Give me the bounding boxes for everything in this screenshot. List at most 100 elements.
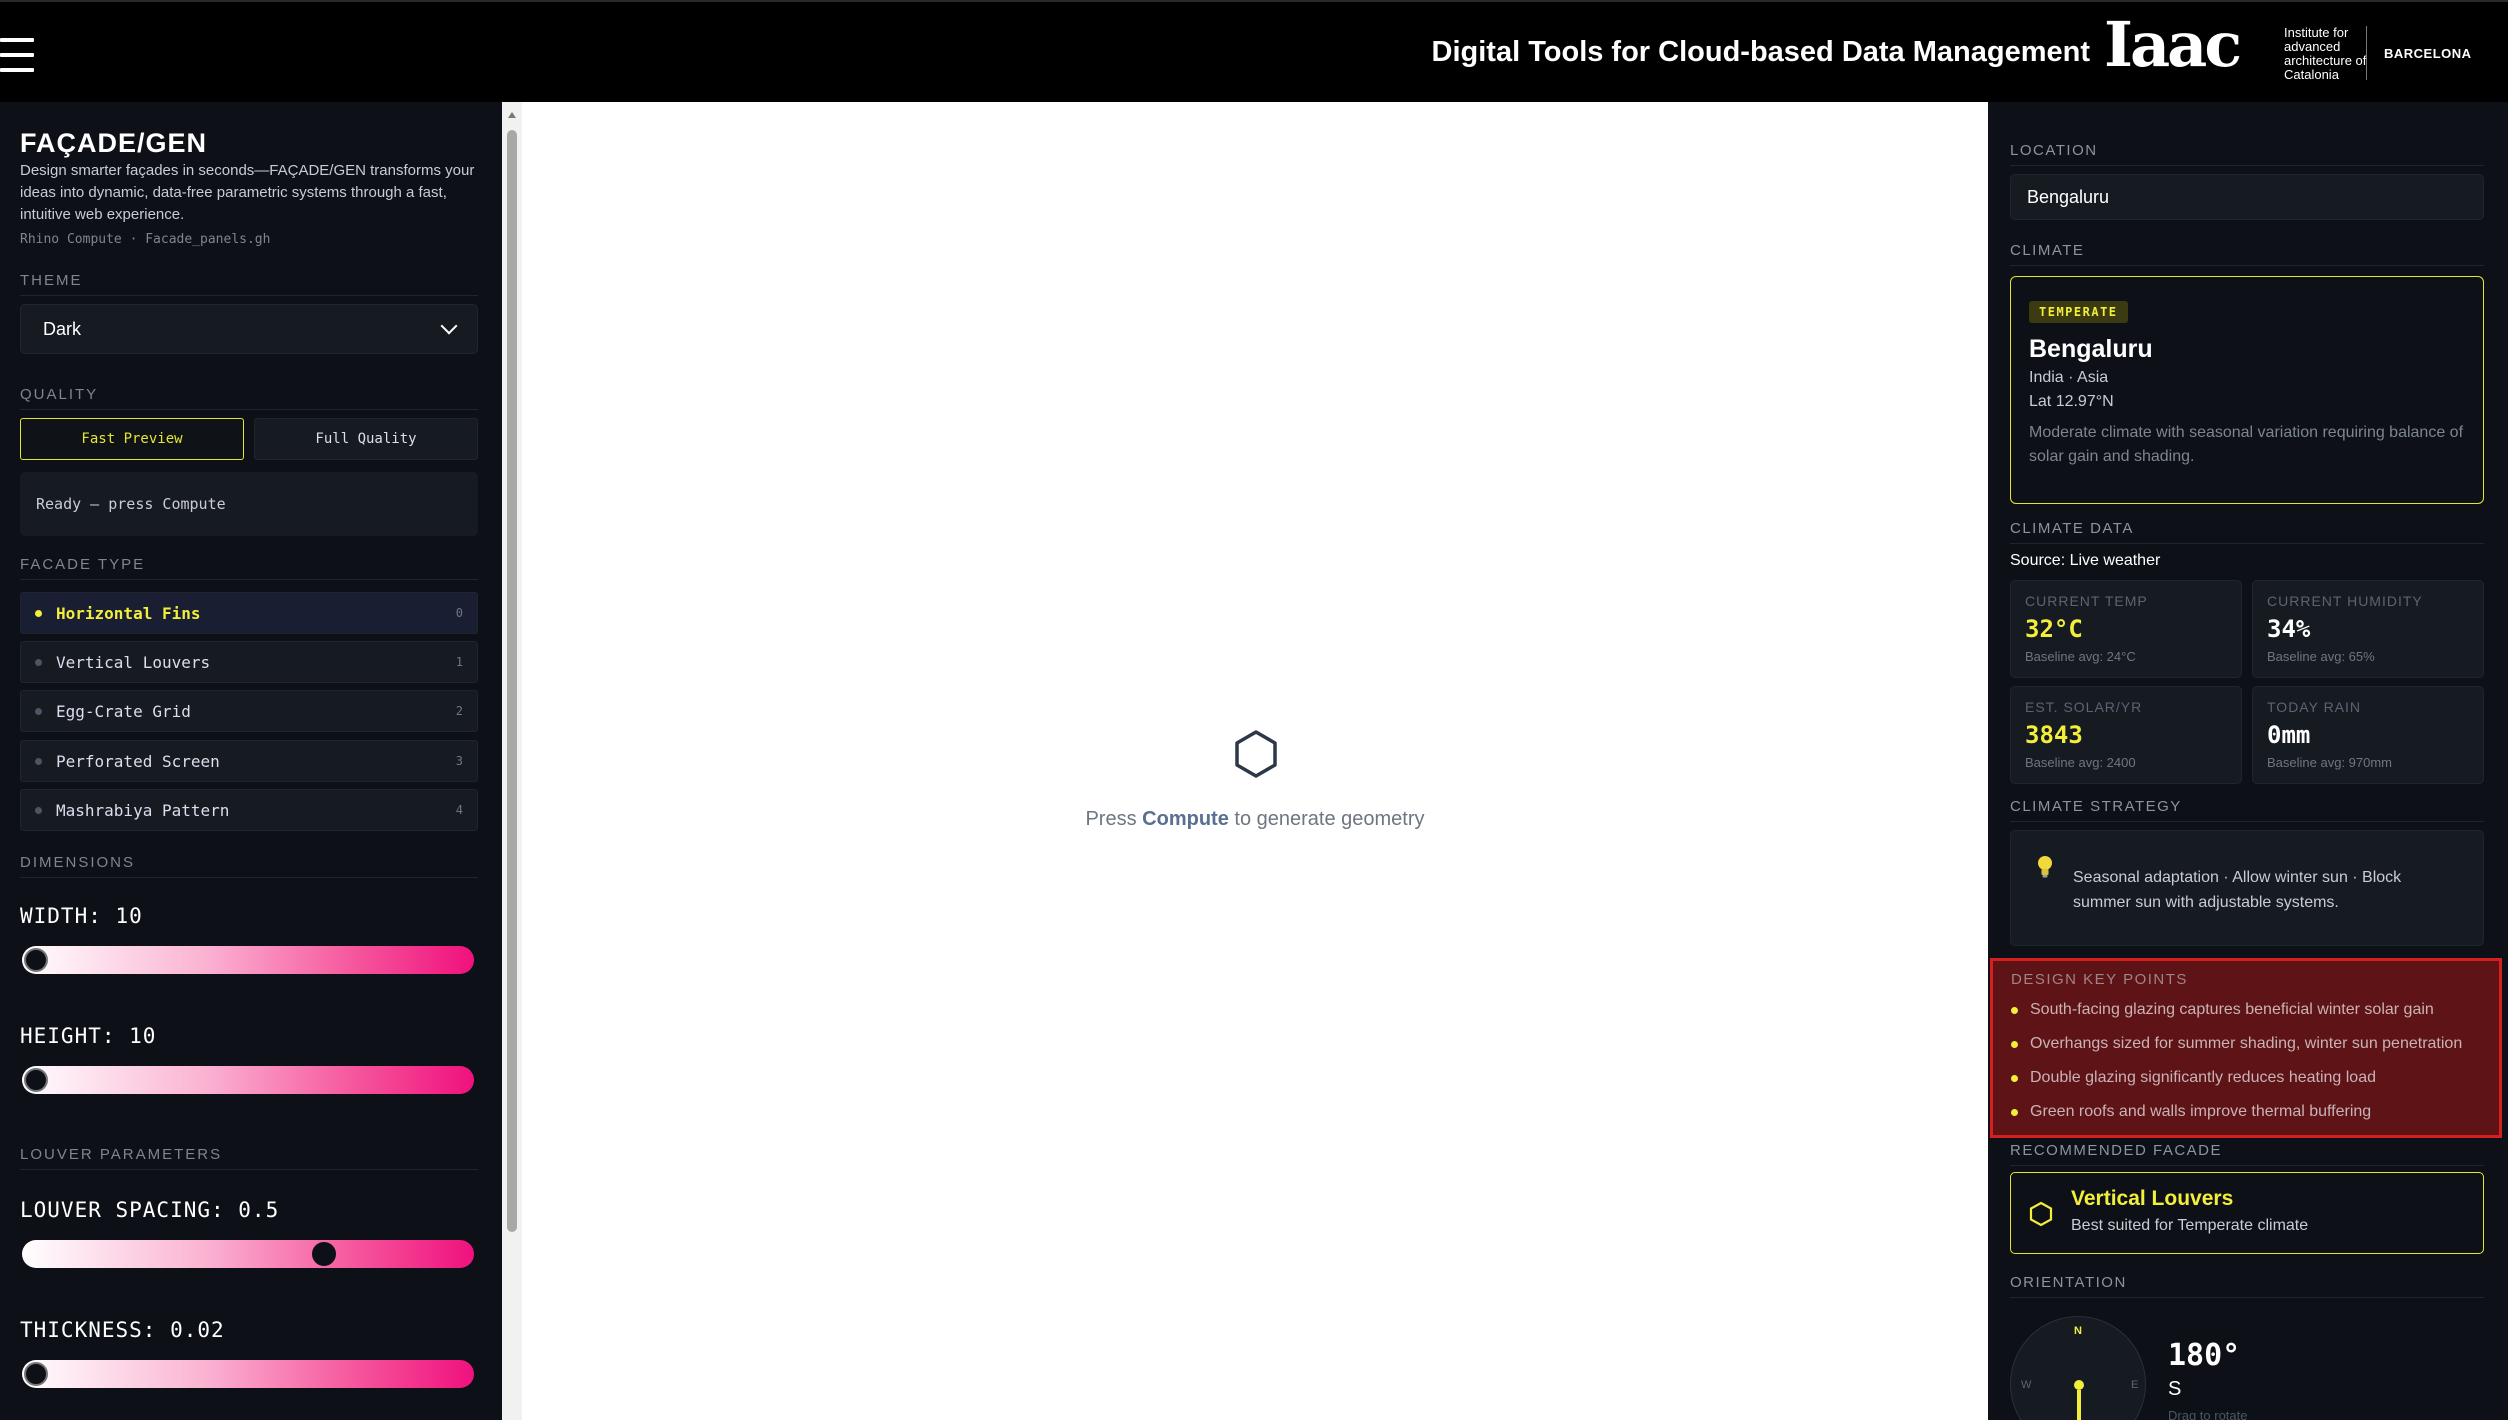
recommended-facade-title: Vertical Louvers	[2071, 1187, 2234, 1210]
theme-label: THEME	[20, 272, 478, 296]
full-quality-button[interactable]: Full Quality	[254, 418, 478, 460]
top-bar: Digital Tools for Cloud-based Data Manag…	[0, 0, 2508, 102]
iaac-logo: Iaac	[2104, 8, 2242, 81]
message-suffix: to generate geometry	[1228, 808, 1425, 830]
key-point-text: Green roofs and walls improve thermal bu…	[2030, 1103, 2372, 1120]
stat-title: EST. SOLAR/YR	[2025, 699, 2143, 715]
compass-needle[interactable]	[2077, 1390, 2081, 1420]
width-label: WIDTH: 10	[20, 904, 143, 928]
facade-type-horizontal-fins[interactable]: Horizontal Fins 0	[20, 592, 478, 634]
facade-type-label-text: Vertical Louvers	[56, 652, 211, 672]
geometry-viewport[interactable]: Press Compute to generate geometry	[522, 102, 1988, 1420]
location-input[interactable]	[2010, 174, 2484, 220]
stat-baseline: Baseline avg: 65%	[2267, 649, 2375, 664]
stat-value: 32°C	[2025, 615, 2083, 643]
hexagon-icon	[2029, 1201, 2053, 1227]
stat-current-temp: CURRENT TEMP 32°C Baseline avg: 24°C	[2010, 580, 2242, 678]
facade-type-mashrabiya-pattern[interactable]: Mashrabiya Pattern 4	[20, 789, 478, 831]
climate-description: Moderate climate with seasonal variation…	[2029, 424, 2464, 465]
width-slider-handle[interactable]	[24, 948, 48, 972]
brand-description: Design smarter façades in seconds—FAÇADE…	[20, 162, 475, 223]
bullet-icon	[2011, 1040, 2018, 1048]
bullet-icon	[2011, 1074, 2018, 1082]
height-slider[interactable]	[22, 1066, 474, 1094]
stat-est-solar: EST. SOLAR/YR 3843 Baseline avg: 2400	[2010, 686, 2242, 784]
viewport-empty-message: Press Compute to generate geometry	[522, 808, 1988, 831]
lightbulb-icon	[2038, 856, 2052, 878]
hexagon-icon	[1235, 730, 1277, 778]
bullet-icon	[2011, 1108, 2018, 1116]
status-message: Ready — press Compute	[20, 472, 478, 536]
location-label: LOCATION	[2010, 142, 2484, 166]
right-sidebar: LOCATION CLIMATE TEMPERATE Bengaluru Ind…	[1988, 102, 2508, 1420]
recommended-facade-card[interactable]: Vertical Louvers Best suited for Tempera…	[2010, 1172, 2484, 1254]
facade-type-label-text: Mashrabiya Pattern	[56, 800, 230, 820]
orientation-direction: S	[2168, 1378, 2182, 1400]
facade-type-egg-crate-grid[interactable]: Egg-Crate Grid 2	[20, 690, 478, 732]
key-point-text: Double glazing significantly reduces hea…	[2030, 1069, 2376, 1086]
facade-type-vertical-louvers[interactable]: Vertical Louvers 1	[20, 641, 478, 683]
facade-type-index: 1	[455, 655, 463, 669]
selected-dot-icon	[35, 609, 42, 617]
compass-west-label: W	[2021, 1379, 2032, 1391]
logo-institute-text: Institute for advanced architecture of C…	[2284, 25, 2367, 82]
left-sidebar: FAÇADE/GEN Design smarter façades in sec…	[0, 102, 502, 1420]
louver-spacing-slider[interactable]	[22, 1240, 474, 1268]
message-compute-word: Compute	[1142, 808, 1229, 830]
facade-type-index: 4	[455, 803, 463, 817]
quality-label: QUALITY	[20, 386, 478, 410]
facade-type-label-text: Perforated Screen	[56, 751, 220, 771]
dot-icon	[35, 658, 42, 666]
bullet-icon	[2011, 1006, 2018, 1014]
scroll-up-arrow-icon[interactable]	[508, 112, 516, 118]
key-point-text: South-facing glazing captures beneficial…	[2030, 1001, 2434, 1018]
climate-region: India · Asia	[2029, 369, 2109, 386]
stat-title: CURRENT TEMP	[2025, 593, 2148, 609]
compass-center	[2074, 1380, 2084, 1390]
theme-select[interactable]: Dark	[20, 304, 478, 354]
facade-type-label: FACADE TYPE	[20, 556, 478, 580]
climate-badge: TEMPERATE	[2029, 301, 2128, 323]
stat-current-humidity: CURRENT HUMIDITY 34% Baseline avg: 65%	[2252, 580, 2484, 678]
climate-label: CLIMATE	[2010, 242, 2484, 266]
key-point-item: Overhangs sized for summer shading, wint…	[2011, 1035, 2462, 1053]
compass-east-label: E	[2131, 1379, 2139, 1391]
menu-icon[interactable]	[0, 38, 34, 74]
sidebar-scrollbar[interactable]	[502, 102, 522, 1420]
stat-today-rain: TODAY RAIN 0mm Baseline avg: 970mm	[2252, 686, 2484, 784]
brand-title: FAÇADE/GEN	[20, 128, 208, 158]
facade-type-index: 0	[455, 606, 463, 620]
climate-strategy-text: Seasonal adaptation · Allow winter sun ·…	[2073, 869, 2402, 911]
key-point-item: Green roofs and walls improve thermal bu…	[2011, 1103, 2371, 1121]
facade-type-label-text: Egg-Crate Grid	[56, 701, 191, 721]
logo-divider	[2366, 26, 2367, 80]
climate-city: Bengaluru	[2029, 335, 2153, 363]
climate-latitude: Lat 12.97°N	[2029, 393, 2114, 410]
logo-city: BARCELONA	[2384, 46, 2472, 61]
thickness-slider[interactable]	[22, 1360, 474, 1388]
height-label: HEIGHT: 10	[20, 1024, 157, 1048]
height-slider-handle[interactable]	[24, 1068, 48, 1092]
thickness-slider-handle[interactable]	[24, 1362, 48, 1386]
facade-type-index: 2	[455, 704, 463, 718]
theme-value: Dark	[43, 318, 82, 339]
climate-data-source: Source: Live weather	[2010, 552, 2161, 569]
orientation-compass[interactable]: N W E	[2010, 1316, 2146, 1420]
louver-spacing-slider-handle[interactable]	[312, 1242, 337, 1266]
scrollbar-thumb[interactable]	[507, 130, 517, 1232]
climate-data-label: CLIMATE DATA	[2010, 520, 2484, 544]
dot-icon	[35, 757, 42, 765]
orientation-degrees: 180°	[2168, 1338, 2241, 1373]
app-title: Digital Tools for Cloud-based Data Manag…	[1431, 36, 2090, 68]
stat-value: 0mm	[2267, 721, 2311, 749]
climate-strategy-card: Seasonal adaptation · Allow winter sun ·…	[2010, 830, 2484, 946]
louver-parameters-label: LOUVER PARAMETERS	[20, 1146, 478, 1170]
climate-card: TEMPERATE Bengaluru India · Asia Lat 12.…	[2010, 276, 2484, 504]
dot-icon	[35, 707, 42, 715]
key-point-text: Overhangs sized for summer shading, wint…	[2030, 1035, 2463, 1052]
key-point-item: Double glazing significantly reduces hea…	[2011, 1069, 2376, 1087]
louver-spacing-label: LOUVER SPACING: 0.5	[20, 1198, 280, 1222]
fast-preview-button[interactable]: Fast Preview	[20, 418, 244, 460]
width-slider[interactable]	[22, 946, 474, 974]
facade-type-perforated-screen[interactable]: Perforated Screen 3	[20, 740, 478, 782]
